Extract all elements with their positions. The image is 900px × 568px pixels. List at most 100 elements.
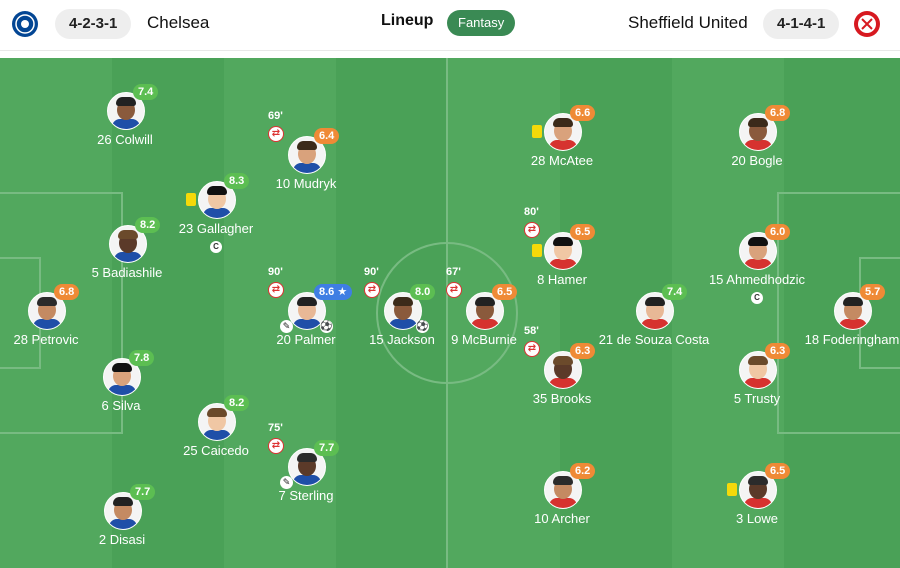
substitution-minute: 58' xyxy=(524,325,539,337)
player-rating-badge: 7.4 xyxy=(662,284,688,300)
player-shirt xyxy=(744,498,772,508)
player-rating-badge: 6.5 xyxy=(765,463,791,479)
player-rating-badge: 6.2 xyxy=(570,463,596,479)
player-hair xyxy=(553,356,573,365)
yellow-card-icon xyxy=(532,244,542,257)
substitution-minute: 90' xyxy=(268,266,283,278)
away-team-name[interactable]: Sheffield United xyxy=(628,11,748,35)
player-shirt xyxy=(109,519,137,529)
player-card[interactable]: 7.7 2 Disasi xyxy=(62,470,182,560)
substitution-minute: 90' xyxy=(364,266,379,278)
player-name[interactable]: 21 de Souza Costa xyxy=(594,332,714,347)
player-card[interactable]: 6.8 20 Bogle xyxy=(697,91,817,181)
player-hair xyxy=(207,186,227,195)
substitution-minute: 80' xyxy=(524,206,539,218)
player-rating-badge: 6.0 xyxy=(765,224,791,240)
player-hair xyxy=(113,497,133,506)
player-hair xyxy=(748,476,768,485)
player-shirt xyxy=(839,319,867,329)
sheffield-united-crest-icon xyxy=(854,11,880,37)
player-name[interactable]: 28 McAtee xyxy=(502,153,622,168)
player-shirt xyxy=(744,259,772,269)
substitution-minute: 75' xyxy=(268,422,283,434)
player-hair xyxy=(748,237,768,246)
player-shirt xyxy=(549,378,577,388)
assist-boot-icon: ✎ xyxy=(280,320,293,333)
player-hair xyxy=(475,297,495,306)
player-rating-badge: 7.7 xyxy=(314,440,340,456)
player-shirt xyxy=(112,119,140,129)
substitution-out-icon: ⇄ xyxy=(268,282,284,298)
substitution-out-icon: ⇄ xyxy=(268,126,284,142)
player-name[interactable]: 7 Sterling xyxy=(246,488,366,503)
player-shirt xyxy=(203,430,231,440)
player-name[interactable]: 20 Bogle xyxy=(697,153,817,168)
home-formation-badge: 4-2-3-1 xyxy=(55,9,132,39)
captain-icon: C xyxy=(210,241,222,253)
substitution-out-icon: ⇄ xyxy=(524,341,540,357)
player-shirt xyxy=(471,319,499,329)
player-name[interactable]: 10 Archer xyxy=(502,511,622,526)
player-hair xyxy=(116,97,136,106)
player-hair xyxy=(645,297,665,306)
player-shirt xyxy=(293,163,321,173)
player-hair xyxy=(843,297,863,306)
player-card[interactable]: 6.5 3 Lowe xyxy=(697,449,817,539)
player-rating-badge: 6.4 xyxy=(314,128,340,144)
player-hair xyxy=(553,237,573,246)
yellow-card-icon xyxy=(727,483,737,496)
player-name[interactable]: 18 Foderingham xyxy=(792,332,900,347)
player-hair xyxy=(748,118,768,127)
player-hair xyxy=(297,297,317,306)
player-shirt xyxy=(108,385,136,395)
player-card[interactable]: 6.6 28 McAtee xyxy=(502,91,622,181)
player-hair xyxy=(207,408,227,417)
substitution-out-icon: ⇄ xyxy=(364,282,380,298)
player-rating-badge: 5.7 xyxy=(860,284,886,300)
player-card[interactable]: 7.4 26 Colwill xyxy=(65,70,185,160)
player-shirt xyxy=(641,319,669,329)
player-rating-badge: 7.7 xyxy=(130,484,156,500)
player-shirt xyxy=(549,140,577,150)
player-shirt xyxy=(293,319,321,329)
yellow-card-icon xyxy=(532,125,542,138)
player-rating-badge: 8.3 xyxy=(224,173,250,189)
goal-ball-icon: ⚽ xyxy=(320,320,333,333)
player-name[interactable]: 35 Brooks xyxy=(502,391,622,406)
player-hair xyxy=(112,363,132,372)
chelsea-crest-icon xyxy=(12,11,38,37)
player-name[interactable]: 5 Trusty xyxy=(697,391,817,406)
football-pitch: 7.4 26 Colwill 6.4 10 Mudryk 69' ⇄ 8.3 23 Galla… xyxy=(0,58,900,568)
player-shirt xyxy=(114,252,142,262)
player-shirt xyxy=(293,475,321,485)
player-name[interactable]: 3 Lowe xyxy=(697,511,817,526)
player-hair xyxy=(553,476,573,485)
player-card[interactable]: 7.4 21 de Souza Costa xyxy=(594,270,714,360)
yellow-card-icon xyxy=(186,193,196,206)
tab-fantasy[interactable]: Fantasy xyxy=(447,10,516,36)
player-shirt xyxy=(744,378,772,388)
player-rating-badge: 8.2 xyxy=(135,217,161,233)
player-shirt xyxy=(203,208,231,218)
substitution-out-icon: ⇄ xyxy=(524,222,540,238)
away-formation-badge: 4-1-4-1 xyxy=(763,9,840,39)
assist-boot-icon: ✎ xyxy=(280,476,293,489)
player-hair xyxy=(37,297,57,306)
player-card[interactable]: 7.7 7 Sterling 75' ⇄ ✎ xyxy=(246,422,366,516)
player-hair xyxy=(118,230,138,239)
player-hair xyxy=(297,453,317,462)
tab-lineup[interactable]: Lineup xyxy=(381,12,433,30)
substitution-out-icon: ⇄ xyxy=(268,438,284,454)
player-card[interactable]: 5.7 18 Foderingham xyxy=(792,270,900,360)
substitution-out-icon: ⇄ xyxy=(446,282,462,298)
player-rating-badge: 6.8 xyxy=(54,284,80,300)
player-shirt xyxy=(549,498,577,508)
player-rating-badge: 6.8 xyxy=(765,105,791,121)
player-rating-badge: 7.4 xyxy=(133,84,159,100)
player-card[interactable]: 6.2 10 Archer xyxy=(502,449,622,539)
player-name[interactable]: 26 Colwill xyxy=(65,132,185,147)
home-team-name[interactable]: Chelsea xyxy=(147,11,209,35)
player-shirt xyxy=(389,319,417,329)
player-name[interactable]: 2 Disasi xyxy=(62,532,182,547)
player-hair xyxy=(748,356,768,365)
